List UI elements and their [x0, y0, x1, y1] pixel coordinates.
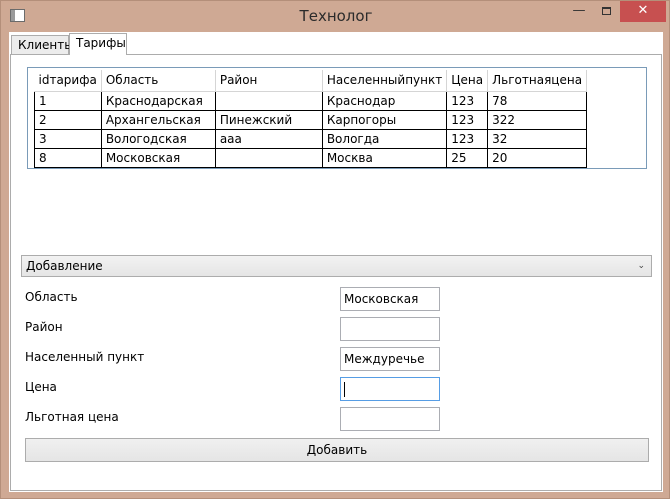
table-cell[interactable]: 123: [446, 129, 489, 149]
title-bar[interactable]: Технолог — ✕: [1, 1, 670, 31]
table-cell[interactable]: 32: [487, 129, 588, 149]
column-header-discount[interactable]: Льготнаяцена: [487, 70, 588, 92]
close-button[interactable]: ✕: [620, 1, 666, 22]
table-cell[interactable]: Краснодар: [322, 91, 448, 111]
table-cell[interactable]: 78: [487, 91, 588, 111]
rayon-input[interactable]: [340, 317, 440, 341]
client-area: Клиенты Тарифы idтарифа Область Район На…: [9, 32, 663, 492]
minimize-icon: —: [572, 3, 586, 18]
tariffs-table: idтарифа Область Район Населенныйпункт Ц…: [34, 70, 588, 168]
oblast-label: Область: [25, 290, 78, 304]
column-header-price[interactable]: Цена: [446, 70, 489, 92]
price-label: Цена: [25, 380, 57, 394]
column-header-punkt[interactable]: Населенныйпункт: [322, 70, 448, 92]
maximize-icon: [601, 6, 611, 15]
punkt-input[interactable]: [340, 347, 440, 371]
table-cell[interactable]: 8: [34, 148, 102, 168]
table-cell[interactable]: 123: [446, 110, 489, 130]
close-icon: ✕: [637, 3, 649, 18]
minimize-button[interactable]: —: [566, 1, 592, 22]
oblast-input[interactable]: [340, 287, 440, 311]
table-row[interactable]: 8 Московская Москва 25 20: [34, 148, 588, 168]
table-cell[interactable]: Московская: [101, 148, 216, 168]
table-cell[interactable]: Вологда: [322, 129, 448, 149]
column-header-oblast[interactable]: Область: [101, 70, 216, 92]
table-cell[interactable]: Карпогоры: [322, 110, 448, 130]
tariffs-panel: idтарифа Область Район Населенныйпункт Ц…: [10, 54, 662, 491]
discount-price-input[interactable]: [340, 407, 440, 431]
tab-clients[interactable]: Клиенты: [11, 35, 74, 55]
text-caret: [344, 382, 345, 397]
table-cell[interactable]: Архангельская: [101, 110, 216, 130]
tariffs-grid[interactable]: idтарифа Область Район Населенныйпункт Ц…: [27, 67, 647, 169]
mode-combobox-value: Добавление: [26, 259, 103, 273]
table-cell[interactable]: Пинежский: [215, 110, 323, 130]
table-cell[interactable]: 1: [34, 91, 102, 111]
table-cell[interactable]: ааа: [215, 129, 323, 149]
table-cell[interactable]: 20: [487, 148, 588, 168]
tab-strip: Клиенты Тарифы: [9, 32, 663, 55]
column-header-rayon[interactable]: Район: [215, 70, 323, 92]
tab-tariffs[interactable]: Тарифы: [69, 33, 127, 55]
table-cell[interactable]: Вологодская: [101, 129, 216, 149]
table-cell[interactable]: Москва: [322, 148, 448, 168]
column-header-id[interactable]: idтарифа: [34, 70, 102, 92]
app-window: Технолог — ✕ Клиенты Тарифы idтарифа Обл…: [0, 0, 670, 499]
table-cell[interactable]: Краснодарская: [101, 91, 216, 111]
table-cell[interactable]: [215, 148, 323, 168]
table-row[interactable]: 2 Архангельская Пинежский Карпогоры 123 …: [34, 110, 588, 130]
table-header-row: idтарифа Область Район Населенныйпункт Ц…: [34, 70, 588, 92]
maximize-button[interactable]: [593, 1, 619, 22]
rayon-label: Район: [25, 320, 63, 334]
table-cell[interactable]: [215, 91, 323, 111]
table-cell[interactable]: 3: [34, 129, 102, 149]
punkt-label: Населенный пункт: [25, 350, 145, 364]
table-cell[interactable]: 2: [34, 110, 102, 130]
mode-combobox[interactable]: Добавление ⌄: [21, 255, 652, 277]
add-button[interactable]: Добавить: [25, 438, 649, 462]
table-row[interactable]: 1 Краснодарская Краснодар 123 78: [34, 91, 588, 111]
table-cell[interactable]: 25: [446, 148, 489, 168]
price-input[interactable]: [340, 377, 440, 401]
table-cell[interactable]: 322: [487, 110, 588, 130]
table-row[interactable]: 3 Вологодская ааа Вологда 123 32: [34, 129, 588, 149]
discount-price-label: Льготная цена: [25, 410, 119, 424]
table-cell[interactable]: 123: [446, 91, 489, 111]
chevron-down-icon[interactable]: ⌄: [637, 256, 645, 276]
